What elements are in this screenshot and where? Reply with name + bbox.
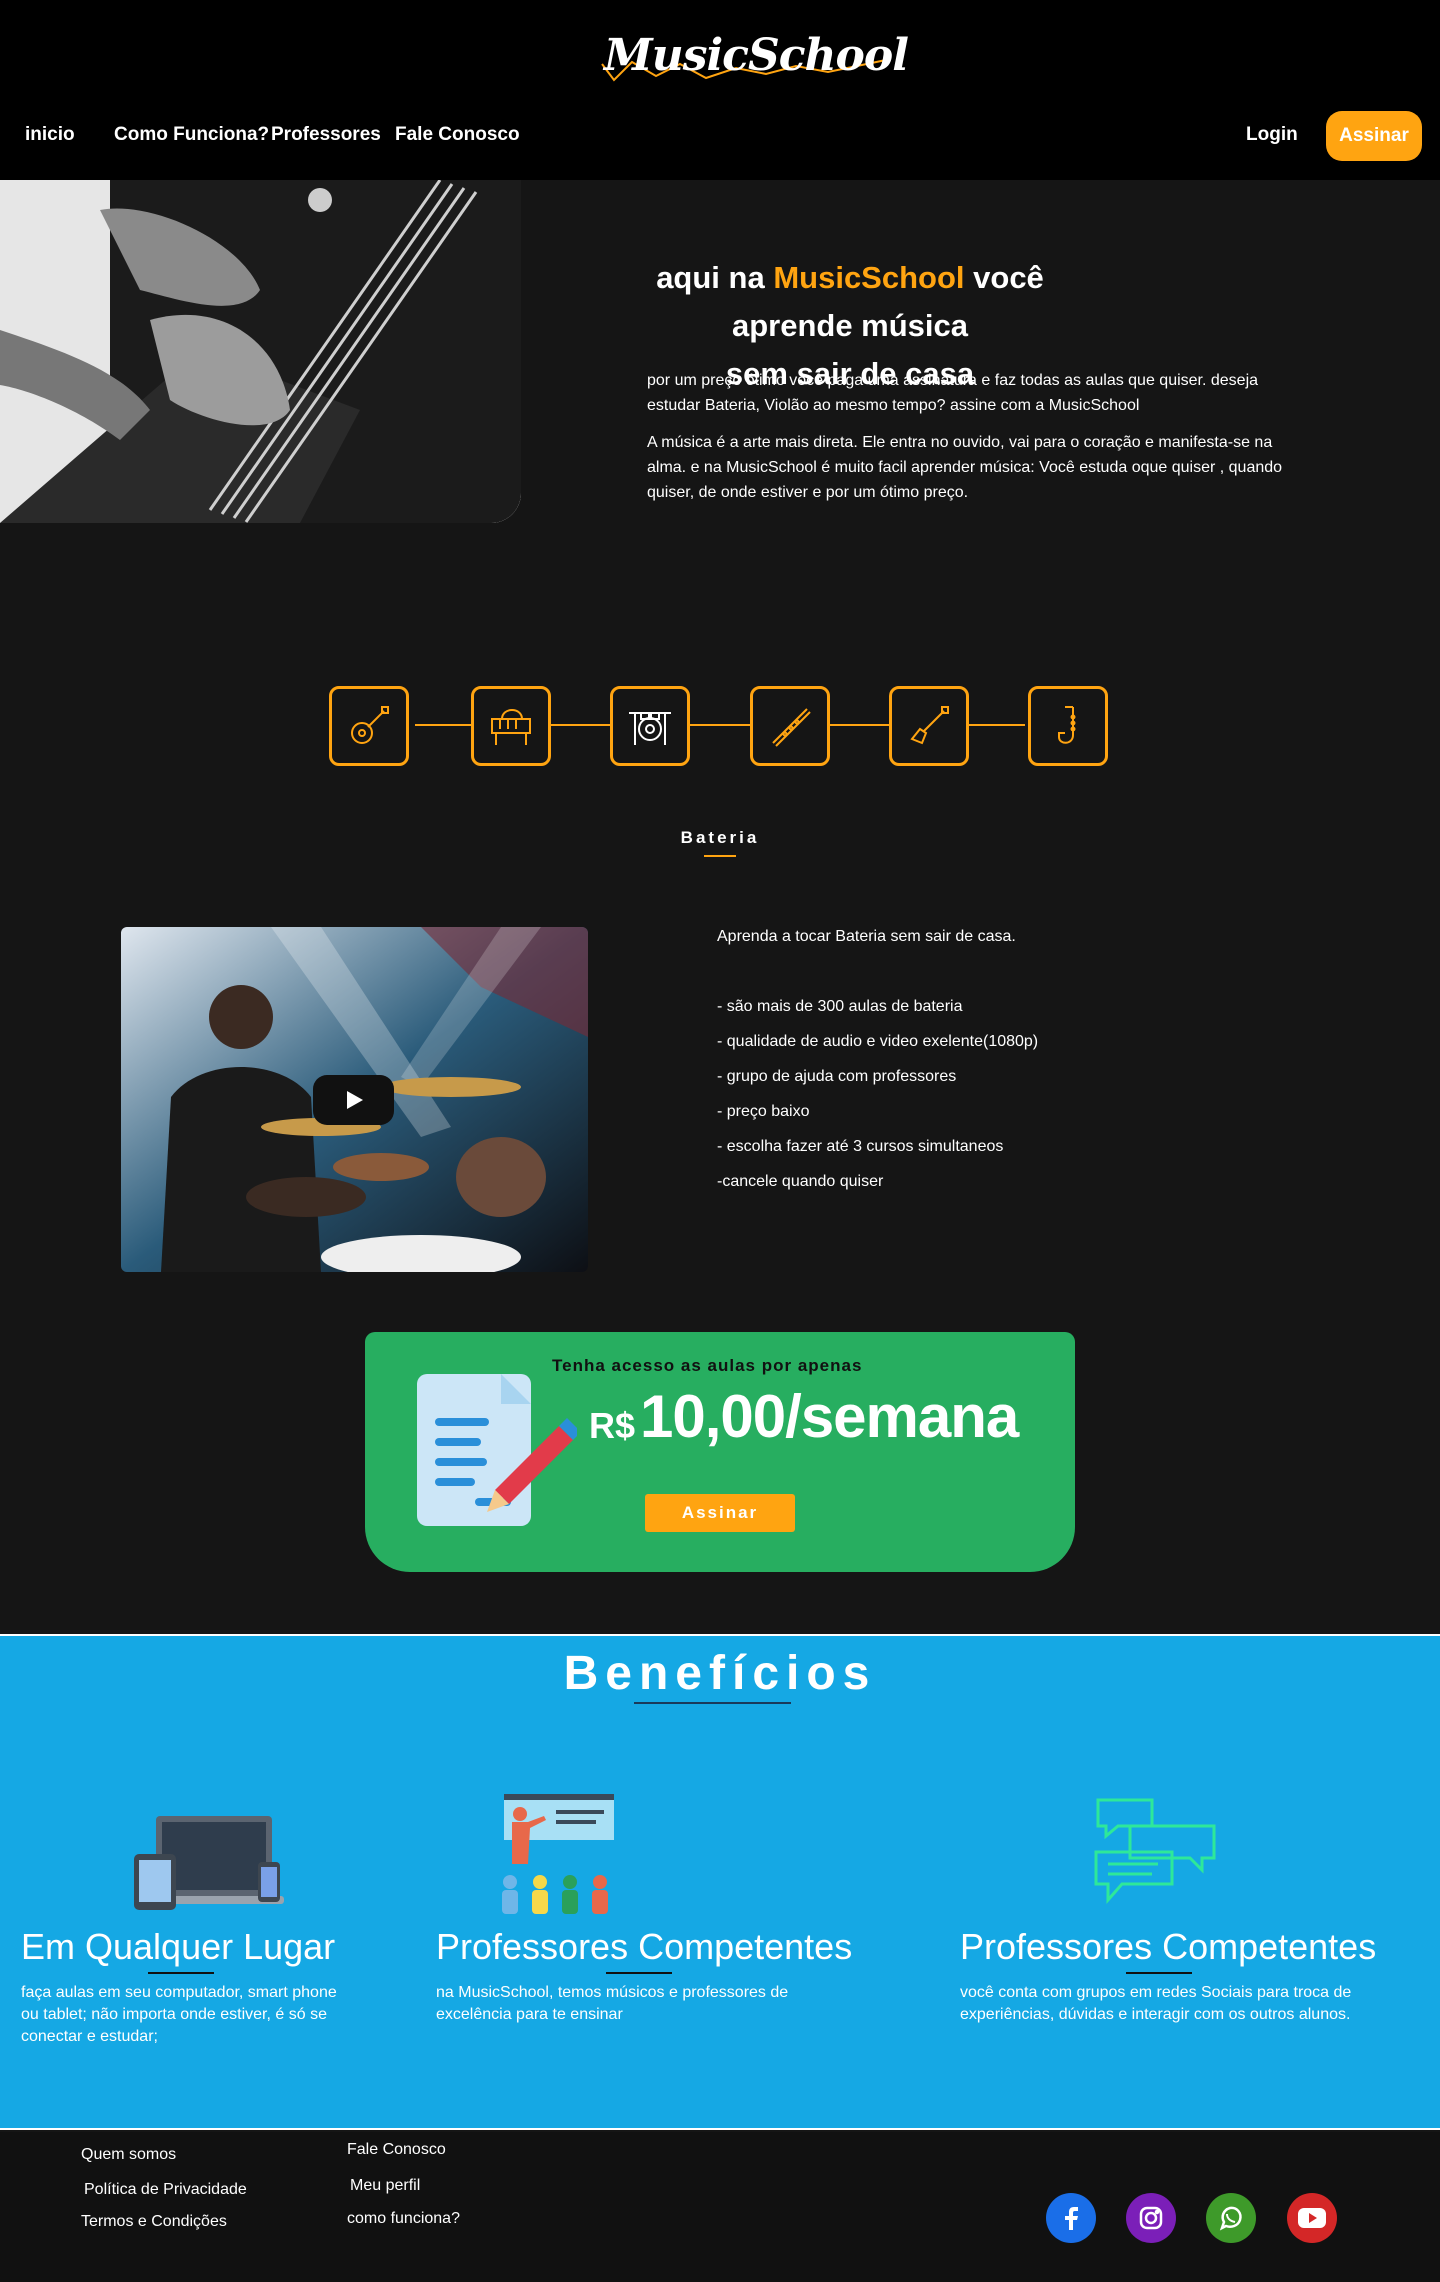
benefit-text: você conta com grupos em redes Sociais p… [960,1984,1352,2023]
hero-paragraph-1: por um preço ótimo você paga uma assinat… [647,372,1259,414]
benefit-heading-underline [1126,1972,1192,1974]
logo-text: MusicSchool [604,30,909,81]
chat-bubbles-icon [1094,1798,1216,1904]
benefit-heading: Professores Competentes [960,1926,1377,1967]
logo[interactable]: MusicSchool [596,24,909,92]
pricing-lead: Tenha acesso as aulas por apenas [552,1356,863,1375]
piano-icon[interactable] [471,686,551,766]
electric-guitar-icon[interactable] [889,686,969,766]
feature-item: - são mais de 300 aulas de bateria [717,998,963,1015]
benefits-title-underline [634,1702,791,1704]
footer-link-privacidade[interactable]: Política de Privacidade [84,2181,247,2199]
footer-link-quem-somos[interactable]: Quem somos [81,2146,176,2164]
benefit-heading-underline [606,1972,672,1974]
feature-item: - preço baixo [717,1103,810,1120]
saxophone-icon[interactable] [1028,686,1108,766]
feature-item: -cancele quando quiser [717,1173,884,1190]
hero-paragraph-2: A música é a arte mais direta. Ele entra… [647,434,1283,501]
main-nav: inicio Como Funciona? Professores Fale C… [0,124,1440,150]
site-header: MusicSchool inicio Como Funciona? Profes… [0,0,1440,180]
benefit-text: faça aulas em seu computador, smart phon… [21,1984,337,2045]
flute-icon[interactable] [750,686,830,766]
whatsapp-icon[interactable] [1206,2193,1256,2243]
footer-link-fale-conosco[interactable]: Fale Conosco [347,2141,446,2159]
hero-title-brand: MusicSchool [773,260,965,295]
feature-item: - qualidade de audio e video exelente(10… [717,1033,1039,1050]
facebook-icon[interactable] [1046,2193,1096,2243]
course-intro: Aprenda a tocar Bateria sem sair de casa… [717,928,1016,945]
benefit-heading: Professores Competentes [436,1926,853,1967]
benefit-heading: Em Qualquer Lugar [21,1926,336,1967]
drums-icon[interactable] [610,686,690,766]
youtube-icon[interactable] [1287,2193,1337,2243]
pricing-currency: R$ [589,1405,636,1446]
instagram-icon[interactable] [1126,2193,1176,2243]
feature-item: - escolha fazer até 3 cursos simultaneos [717,1138,1004,1155]
pricing-value: 10,00/semana [640,1383,1019,1450]
login-button[interactable]: Login [1246,124,1298,146]
nav-item-como-funciona[interactable]: Como Funciona? [114,124,269,146]
devices-icon [134,1816,284,1910]
selected-instrument-underline [704,855,736,857]
pricing-subscribe-button[interactable]: Assinar [645,1494,795,1532]
teacher-presentation-icon [502,1794,614,1914]
subscribe-button[interactable]: Assinar [1326,111,1422,161]
benefit-text: na MusicSchool, temos músicos e professo… [436,1984,789,2023]
footer-link-termos[interactable]: Termos e Condições [81,2213,227,2231]
footer-link-como-funciona[interactable]: como funciona? [347,2210,460,2228]
benefits-section: Benefícios Em Qualquer Lugar faça aulas … [0,1634,1440,2130]
nav-item-professores[interactable]: Professores [271,124,381,146]
document-pencil-icon [417,1374,577,1526]
nav-item-inicio[interactable]: inicio [25,124,75,146]
pricing-card: Tenha acesso as aulas por apenas R$ 10,0… [365,1332,1075,1572]
hero-title-pre: aqui na [656,260,774,295]
footer-link-meu-perfil[interactable]: Meu perfil [350,2177,420,2195]
play-icon [346,1091,363,1109]
benefits-title: Benefícios [563,1647,877,1700]
acoustic-guitar-icon[interactable] [329,686,409,766]
play-button[interactable] [313,1075,394,1125]
nav-item-fale-conosco[interactable]: Fale Conosco [395,124,520,146]
selected-instrument-label: Bateria [680,828,760,847]
feature-item: - grupo de ajuda com professores [717,1068,957,1085]
benefit-heading-underline [148,1972,214,1974]
hero-guitar-image [0,180,521,523]
